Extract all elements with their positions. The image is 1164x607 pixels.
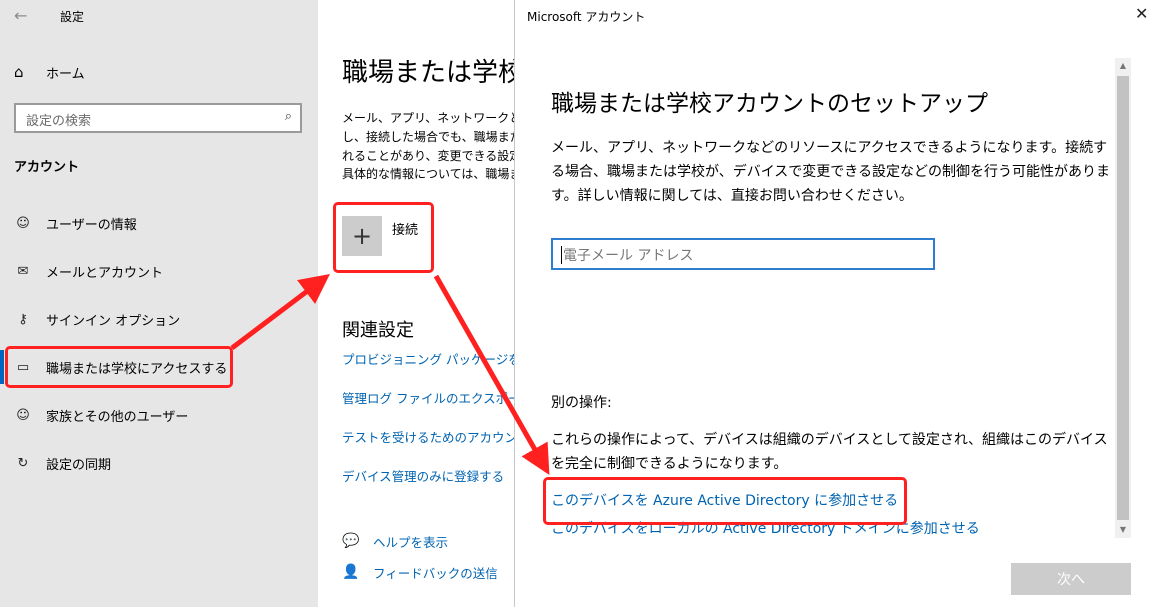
sidebar-item-label: 家族とその他のユーザー [46,409,189,425]
page-description-line: 具体的な情報については、職場または学校にお問い合わせください。 [342,167,514,181]
search-placeholder: 設定の検索 [26,114,92,129]
dialog-body-text: メール、アプリ、ネットワークなどのリソースにアクセスできるようになります。接続す… [551,140,1111,204]
nav-home[interactable]: ⌂ ホーム [14,62,85,82]
scroll-down-arrow-icon[interactable]: ▼ [1115,522,1131,538]
link-provisioning-package[interactable]: プロビジョニング パッケージを追加または削除する [342,349,514,368]
sidebar-item-label: サインイン オプション [46,313,181,329]
email-address-input[interactable]: 電子メール アドレス [551,238,935,270]
callout-box-azure-join [543,477,907,525]
email-placeholder: 電子メール アドレス [563,248,694,264]
settings-sidebar: ← 設定 ⌂ ホーム 設定の検索 ⌕ アカウント ☺ ユーザーの情報 ✉ メール… [0,0,318,607]
person-add-icon: ☺ [16,407,30,423]
sidebar-item-your-info[interactable]: ☺ ユーザーの情報 [14,211,137,235]
search-icon[interactable]: ⌕ [285,109,292,124]
page-description-line: れることがあり、変更できる設定などは異なります。 [342,149,514,163]
nav-home-label: ホーム [46,66,85,82]
home-icon: ⌂ [14,63,24,81]
feedback-person-icon: 👤 [342,564,360,580]
link-enroll-device-management[interactable]: デバイス管理のみに登録する [342,466,504,485]
section-heading-accounts: アカウント [14,160,80,175]
callout-box-connect [333,202,434,273]
next-button[interactable]: 次へ [1011,563,1131,595]
back-arrow-icon[interactable]: ← [14,6,27,25]
dialog-heading: 職場または学校アカウントのセットアップ [551,91,988,117]
scroll-up-arrow-icon[interactable]: ▲ [1115,58,1131,74]
help-link[interactable]: ヘルプを表示 [373,532,448,551]
page-title: 職場または学校にアクセスする [342,58,514,88]
alternate-actions-heading: 別の操作: [551,395,612,411]
link-test-taking-account[interactable]: テストを受けるためのアカウントの設定 [342,427,514,446]
callout-box-access-work-school [5,346,233,388]
app-title: 設定 [60,10,85,24]
settings-content: 職場または学校にアクセスする メール、アプリ、ネットワークといったリソースへのア… [318,0,514,607]
sync-icon: ↻ [17,455,29,471]
related-settings-heading: 関連設定 [342,320,414,341]
key-icon: ⚷ [18,311,28,327]
settings-search-input[interactable]: 設定の検索 ⌕ [14,103,302,133]
page-description-line: メール、アプリ、ネットワークといったリソースへのアクセス権を取得します。接続する… [342,111,514,125]
scrollbar-thumb[interactable] [1117,76,1129,520]
alternate-actions-description: これらの操作によって、デバイスは組織のデバイスとして設定され、組織はこのデバイス… [551,432,1108,472]
sidebar-item-label: 設定の同期 [46,457,112,473]
settings-titlebar: ← 設定 [0,0,318,32]
sidebar-item-family-users[interactable]: ☺ 家族とその他のユーザー [14,403,188,427]
feedback-link[interactable]: フィードバックの送信 [373,563,498,582]
link-export-management-log[interactable]: 管理ログ ファイルのエクスポート [342,388,514,407]
sidebar-item-email-accounts[interactable]: ✉ メールとアカウント [14,259,163,283]
feedback-row[interactable]: 👤 フィードバックの送信 [342,562,498,582]
help-row[interactable]: 💬 ヘルプを表示 [342,531,448,551]
dialog-title: Microsoft アカウント [527,10,646,24]
dialog-scrollbar[interactable]: ▲ ▼ [1115,58,1131,538]
text-caret [561,246,562,264]
chat-help-icon: 💬 [342,533,360,549]
mail-icon: ✉ [17,263,29,279]
person-card-icon: ☺ [16,215,30,231]
page-description-line: し、接続した場合でも、職場または学校がこのデバイスで変更できる設定など、一部制限… [342,130,514,144]
sidebar-item-label: メールとアカウント [46,265,164,281]
sidebar-item-sync-settings[interactable]: ↻ 設定の同期 [14,451,111,475]
sidebar-item-label: ユーザーの情報 [46,217,137,233]
sidebar-item-sign-in-options[interactable]: ⚷ サインイン オプション [14,307,180,331]
close-icon[interactable]: ✕ [1135,4,1148,23]
